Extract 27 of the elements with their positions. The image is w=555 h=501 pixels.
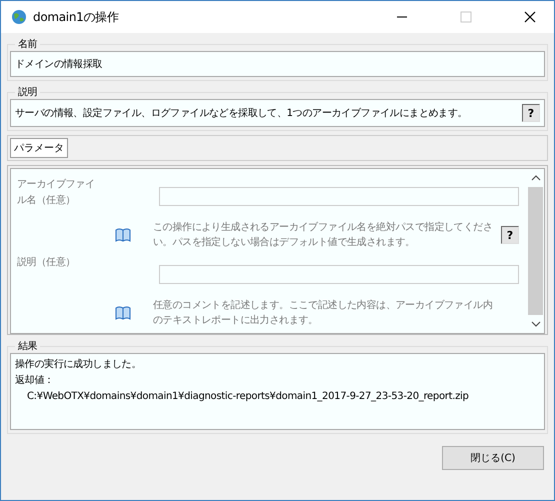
name-field: ドメインの情報採取 — [10, 51, 545, 77]
scroll-down-icon[interactable] — [530, 321, 540, 327]
scroll-up-icon[interactable] — [530, 175, 540, 181]
parameter-hint: この操作により生成されるアーカイブファイル名を絶対パスで指定してください。パスを指定しない場合はデフォルト値で生成されます。 — [153, 220, 493, 250]
maximize-icon[interactable] — [460, 11, 472, 23]
description-text: サーバの情報、設定ファイル、ログファイルなどを採取して、1つのアーカイブファイルにまとめます。 — [15, 106, 468, 120]
help-button[interactable]: ? — [522, 104, 540, 122]
parameter-hint: 任意のコメントを記述します。ここで記述した内容は、アーカイブファイル内のテキストレポートに出力されます。 — [153, 298, 493, 328]
globe-icon — [11, 9, 27, 25]
close-button[interactable]: 閉じる(C) — [442, 446, 544, 470]
scrollbar-thumb[interactable] — [528, 187, 543, 315]
parameter-label: 説明（任意） — [17, 256, 76, 270]
close-icon[interactable] — [524, 11, 536, 23]
help-button[interactable]: ? — [501, 226, 519, 244]
tab[interactable]: パラメータ — [10, 138, 68, 158]
input-field[interactable] — [159, 265, 519, 284]
group-label: 名前 — [17, 38, 38, 51]
book-icon — [115, 228, 131, 242]
result-line: 返却値： — [15, 374, 55, 388]
window-title: domain1の操作 — [33, 8, 119, 26]
result-line: 操作の実行に成功しました。 — [15, 358, 142, 372]
parameter-label: アーカイブファイル名（任意） — [17, 178, 96, 208]
book-icon — [115, 306, 131, 320]
result-line: C:¥WebOTX¥domains¥domain1¥diagnostic-reports¥domain1_2017-9-27_23-53-20_report.zip — [26, 390, 470, 404]
input-field[interactable] — [159, 187, 519, 206]
group-label: 説明 — [17, 86, 38, 99]
group-label: 結果 — [17, 340, 38, 353]
